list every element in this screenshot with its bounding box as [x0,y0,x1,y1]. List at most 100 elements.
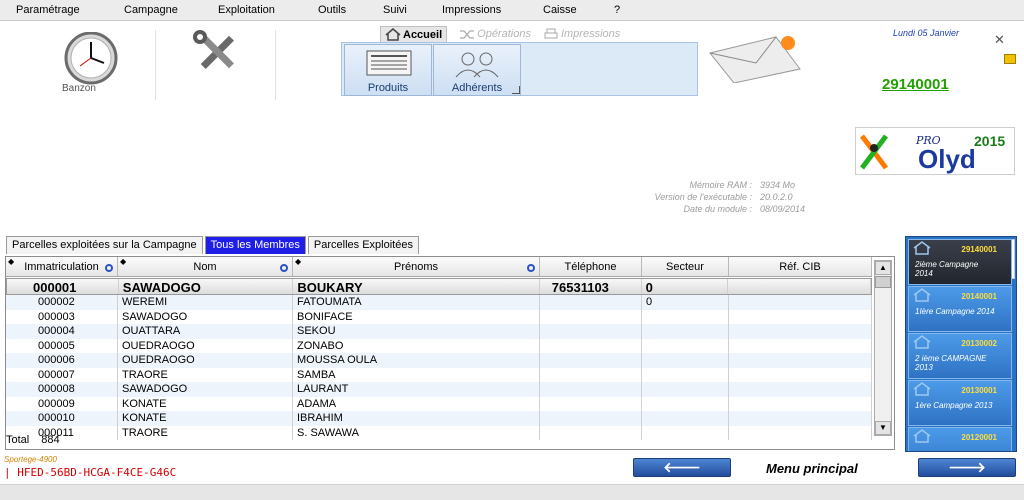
cell-ref-cib [729,309,872,324]
next-button[interactable]: 🡒 [918,458,1016,477]
app-logo: PRO 2015 Olyd [855,127,1015,175]
search-icon[interactable] [105,264,113,272]
close-icon[interactable]: ✕ [994,32,1005,48]
table-row[interactable]: 000008 SAWADOGO LAURANT [6,382,872,397]
table-row[interactable]: 000001 SAWADOGO BOUKARY 76531103 0 [6,278,872,295]
col-prenoms[interactable]: ◆ Prénoms [293,257,540,276]
cell-telephone [540,396,642,411]
menu-parametrage[interactable]: Paramétrage [16,4,124,16]
cell-nom: SAWADOGO [119,279,294,294]
tab-accueil-label: Accueil [403,28,443,41]
members-button[interactable]: Adhérents [433,44,521,96]
cell-telephone [540,411,642,426]
col-telephone[interactable]: Téléphone [540,257,642,276]
menu-caisse[interactable]: Caisse [543,4,614,16]
cell-ref-cib [729,338,872,353]
previous-button[interactable]: 🡐 [633,458,731,477]
scroll-up-icon[interactable]: ▲ [875,261,891,275]
cell-prenoms: SAMBA [293,367,540,382]
campaign-item[interactable]: 29140001 2ième Campagne 2014 [908,239,1012,285]
tab-impressions[interactable]: Impressions [543,28,620,41]
campaign-name: 2 ième CAMPAGNE 2013 [915,354,987,372]
cell-ref-cib [729,396,872,411]
mail-icon[interactable] [706,33,806,83]
table-row[interactable]: 000007 TRAORE SAMBA [6,367,872,382]
cell-prenoms: MOUSSA OULA [293,353,540,368]
scroll-thumb[interactable] [875,276,891,288]
ribbon-panel: Produits Adhérents [341,42,698,96]
menu-campagne[interactable]: Campagne [124,4,218,16]
cell-telephone [540,382,642,397]
campaign-item[interactable]: 20140001 1Ière Campagne 2014 [908,286,1012,332]
folder-icon[interactable] [1004,54,1016,64]
cell-prenoms: IBRAHIM [293,411,540,426]
cell-prenoms: BOUKARY [293,279,540,294]
table-row[interactable]: 000004 OUATTARA SEKOU [6,324,872,339]
search-icon[interactable] [280,264,288,272]
table-row[interactable]: 000005 OUEDRAOGO ZONABO [6,338,872,353]
col-immatriculation[interactable]: ◆ Immatriculation [6,257,118,276]
table-row[interactable]: 000002 WEREMI FATOUMATA 0 [6,295,872,310]
scroll-down-icon[interactable]: ▼ [875,421,891,435]
version-value: 20.0.2.0 [760,192,793,202]
campaign-item[interactable]: 20120001 [908,427,1012,451]
table-row[interactable]: 000011 TRAORE S. SAWAWA [6,425,872,440]
license-key: | HFED-56BD-HCGA-F4CE-G46C [4,466,177,479]
table-row[interactable]: 000006 OUEDRAOGO MOUSSA OULA [6,353,872,368]
machine-label: Sportege-4900 [4,455,57,464]
table-body: 000001 SAWADOGO BOUKARY 76531103 0 000002 WERE… [6,278,872,440]
table-row[interactable]: 000010 KONATE IBRAHIM [6,411,872,426]
cell-immatriculation: 000003 [6,309,118,324]
cell-telephone [540,309,642,324]
table-scrollbar[interactable]: ▲ ▼ [874,260,892,436]
tab-accueil[interactable]: Accueil [380,26,448,42]
cell-nom: SAWADOGO [118,382,293,397]
tab-tous-membres[interactable]: Tous les Membres [204,236,306,254]
menu-impressions[interactable]: Impressions [442,4,543,16]
total-value: 884 [41,434,60,446]
tab-operations[interactable]: Opérations [459,28,531,41]
col-ref-cib[interactable]: Réf. CIB [729,257,872,276]
campaign-code: 20140001 [961,292,997,301]
tools-icon[interactable] [186,28,248,72]
cell-immatriculation: 000008 [6,382,118,397]
clock-icon[interactable] [50,32,132,88]
menu-suivi[interactable]: Suivi [383,4,442,16]
logo-year: 2015 [974,133,1005,149]
house-icon [913,241,931,255]
ribbon-expand-icon[interactable] [512,86,520,94]
cell-nom: TRAORE [118,367,293,382]
module-date-value: 08/09/2014 [760,204,806,214]
tab-parcelles-campagne[interactable]: Parcelles exploitées sur la Campagne [6,236,203,254]
cell-immatriculation: 000007 [6,367,118,382]
cell-ref-cib [728,279,872,294]
cell-nom: KONATE [118,396,293,411]
menu-bar: Paramétrage Campagne Exploitation Outils… [0,0,1024,21]
cell-telephone [540,353,642,368]
cell-telephone [540,367,642,382]
col-nom[interactable]: ◆ Nom [118,257,293,276]
search-icon[interactable] [527,264,535,272]
tab-parcelles-exploitees[interactable]: Parcelles Exploitées [307,236,419,254]
menu-exploitation[interactable]: Exploitation [218,4,318,16]
cell-immatriculation: 000004 [6,324,118,339]
cell-ref-cib [729,295,872,310]
campaign-code-link[interactable]: 29140001 [882,76,949,93]
cell-secteur [642,411,729,426]
cell-prenoms: ZONABO [293,338,540,353]
sort-icon: ◆ [295,257,302,266]
menu-help[interactable]: ? [614,4,620,16]
col-secteur[interactable]: Secteur [642,257,729,276]
cell-prenoms: FATOUMATA [293,295,540,310]
menu-outils[interactable]: Outils [318,4,383,16]
table-row[interactable]: 000003 SAWADOGO BONIFACE [6,309,872,324]
cell-immatriculation: 000005 [6,338,118,353]
cell-ref-cib [729,353,872,368]
table-row[interactable]: 000009 KONATE ADAMA [6,396,872,411]
products-button[interactable]: Produits [344,44,432,96]
cell-nom: KONATE [118,411,293,426]
campaign-item[interactable]: 20130001 1ère Campagne 2013 [908,380,1012,426]
tab-operations-label: Opérations [477,28,531,40]
campaign-item[interactable]: 20130002 2 ième CAMPAGNE 2013 [908,333,1012,379]
main-menu-label[interactable]: Menu principal [766,461,858,476]
